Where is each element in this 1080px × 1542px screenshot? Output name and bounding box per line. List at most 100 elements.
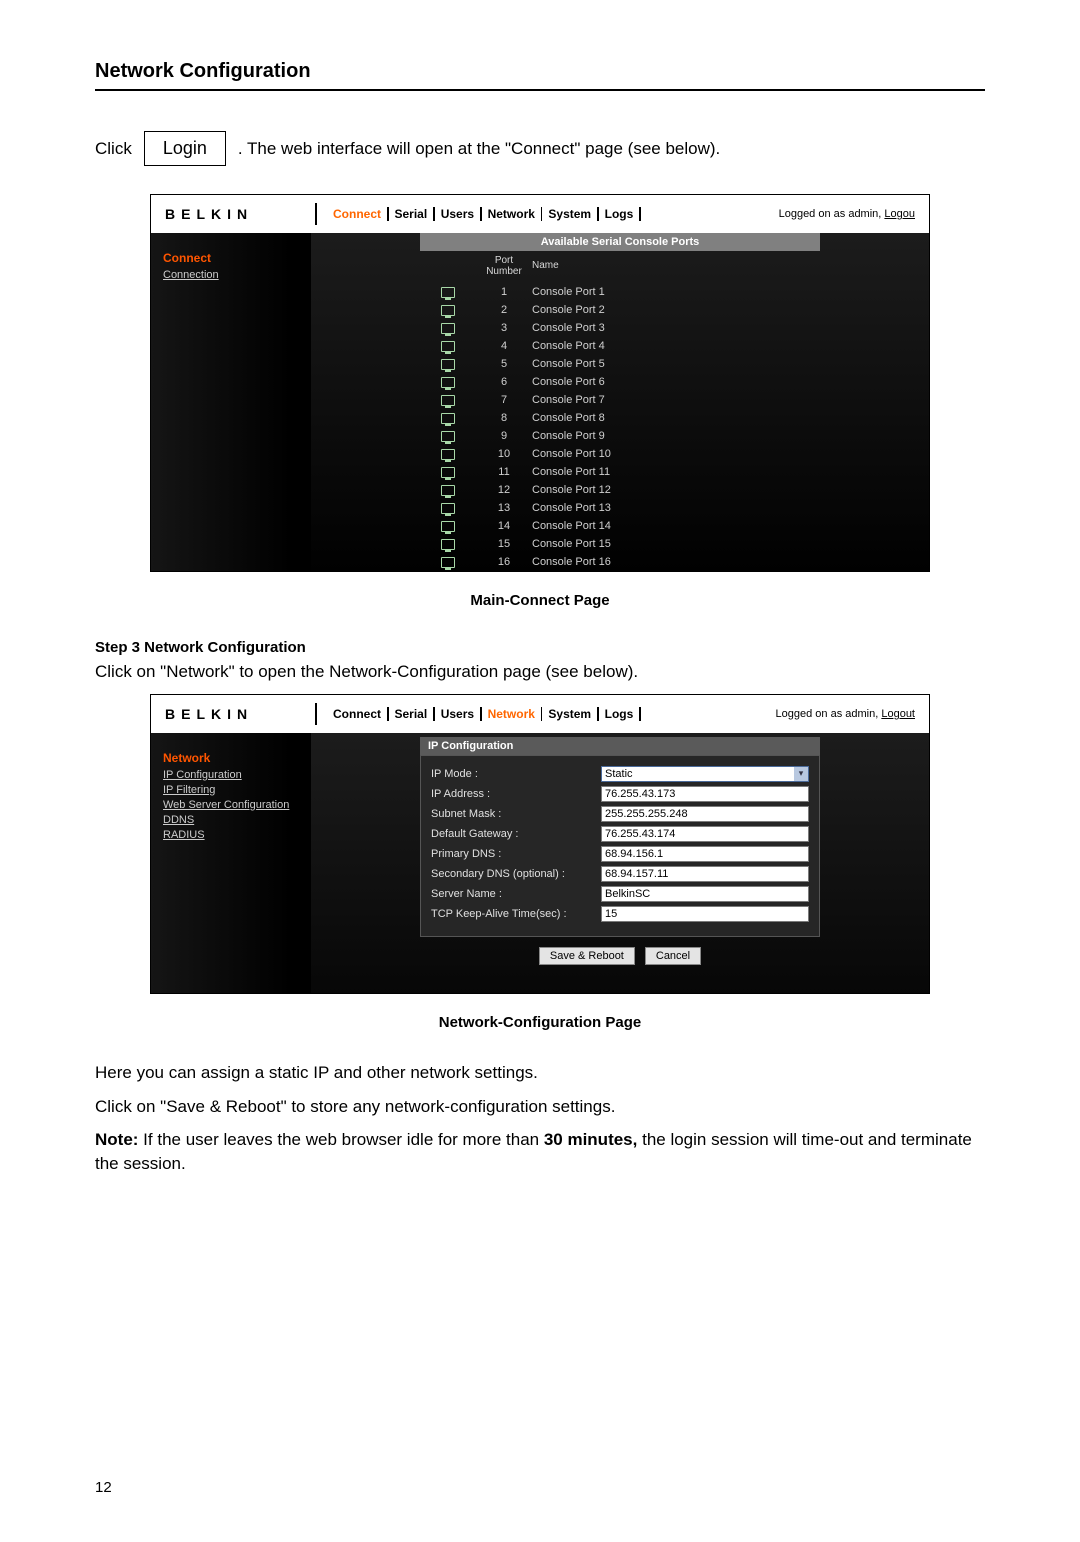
terminal-icon: [441, 539, 455, 550]
terminal-icon: [441, 413, 455, 424]
config-input[interactable]: BelkinSC: [601, 886, 809, 902]
caption-network: Network-Configuration Page: [95, 1014, 985, 1031]
config-row: TCP Keep-Alive Time(sec) :15: [431, 904, 809, 924]
port-row[interactable]: 12Console Port 12: [420, 481, 820, 499]
port-number: 7: [476, 394, 532, 406]
tab-logs[interactable]: Logs: [599, 707, 640, 721]
sidebar-link[interactable]: IP Configuration: [163, 769, 299, 781]
section-title: Network Configuration: [95, 60, 985, 83]
terminal-icon: [441, 485, 455, 496]
port-row[interactable]: 6Console Port 6: [420, 373, 820, 391]
ports-table-title: Available Serial Console Ports: [420, 233, 820, 251]
port-row[interactable]: 3Console Port 3: [420, 319, 820, 337]
port-number: 14: [476, 520, 532, 532]
port-number: 1: [476, 286, 532, 298]
top-bar-2: BELKIN ConnectSerialUsersNetworkSystemLo…: [151, 695, 929, 733]
logged-on-prefix: Logged on as admin,: [779, 208, 885, 220]
port-row[interactable]: 8Console Port 8: [420, 409, 820, 427]
logged-on-prefix-2: Logged on as admin,: [776, 708, 882, 720]
sidebar: Connect Connection: [151, 233, 311, 571]
sidebar-link[interactable]: RADIUS: [163, 829, 299, 841]
config-label: Server Name :: [431, 888, 601, 900]
port-row[interactable]: 14Console Port 14: [420, 517, 820, 535]
port-row[interactable]: 1Console Port 1: [420, 283, 820, 301]
config-label: IP Address :: [431, 788, 601, 800]
config-input[interactable]: 76.255.43.173: [601, 786, 809, 802]
top-tabs: ConnectSerialUsersNetworkSystemLogs: [327, 207, 641, 221]
port-name: Console Port 15: [532, 538, 820, 550]
terminal-icon: [441, 287, 455, 298]
port-name: Console Port 2: [532, 304, 820, 316]
port-row[interactable]: 10Console Port 10: [420, 445, 820, 463]
port-number: 5: [476, 358, 532, 370]
tab-network[interactable]: Network: [482, 707, 541, 721]
port-row[interactable]: 4Console Port 4: [420, 337, 820, 355]
ip-config-fields: IP Mode :Static▾IP Address :76.255.43.17…: [420, 755, 820, 937]
port-name: Console Port 13: [532, 502, 820, 514]
port-row[interactable]: 9Console Port 9: [420, 427, 820, 445]
logged-on-text: Logged on as admin, Logou: [779, 208, 915, 220]
terminal-icon: [441, 449, 455, 460]
port-row[interactable]: 7Console Port 7: [420, 391, 820, 409]
tab-serial[interactable]: Serial: [389, 707, 434, 721]
config-input[interactable]: 255.255.255.248: [601, 806, 809, 822]
terminal-icon: [441, 431, 455, 442]
config-row: Secondary DNS (optional) :68.94.157.11: [431, 864, 809, 884]
tab-connect[interactable]: Connect: [327, 707, 387, 721]
tab-system[interactable]: System: [542, 207, 597, 221]
port-number: 9: [476, 430, 532, 442]
tab-connect[interactable]: Connect: [327, 207, 387, 221]
tab-system[interactable]: System: [542, 707, 597, 721]
cancel-button[interactable]: Cancel: [645, 947, 701, 965]
logout-link-2[interactable]: Logout: [881, 708, 915, 720]
tab-users[interactable]: Users: [435, 707, 480, 721]
step3-heading: Step 3 Network Configuration: [95, 639, 985, 656]
config-input[interactable]: 68.94.156.1: [601, 846, 809, 862]
caption-connect: Main-Connect Page: [95, 592, 985, 609]
logged-on-text-2: Logged on as admin, Logout: [776, 708, 915, 720]
ip-mode-select[interactable]: Static▾: [601, 766, 809, 782]
config-label: IP Mode :: [431, 768, 601, 780]
port-name: Console Port 5: [532, 358, 820, 370]
tab-serial[interactable]: Serial: [389, 207, 434, 221]
body-text-save-reboot: Click on "Save & Reboot" to store any ne…: [95, 1095, 985, 1119]
ports-table: Available Serial Console Ports Port Numb…: [420, 233, 820, 571]
sidebar-heading: Connect: [163, 251, 299, 265]
terminal-icon: [441, 377, 455, 388]
port-number: 10: [476, 448, 532, 460]
top-bar: BELKIN ConnectSerialUsersNetworkSystemLo…: [151, 195, 929, 233]
port-name: Console Port 14: [532, 520, 820, 532]
port-row[interactable]: 13Console Port 13: [420, 499, 820, 517]
port-row[interactable]: 2Console Port 2: [420, 301, 820, 319]
port-row[interactable]: 5Console Port 5: [420, 355, 820, 373]
terminal-icon: [441, 323, 455, 334]
config-row: Subnet Mask :255.255.255.248: [431, 804, 809, 824]
screenshot-connect: BELKIN ConnectSerialUsersNetworkSystemLo…: [150, 194, 930, 572]
tab-users[interactable]: Users: [435, 207, 480, 221]
port-name: Console Port 7: [532, 394, 820, 406]
note-text: Note: If the user leaves the web browser…: [95, 1128, 985, 1176]
main-panel: Available Serial Console Ports Port Numb…: [311, 233, 929, 571]
note-part1: If the user leaves the web browser idle …: [138, 1130, 543, 1149]
tab-network[interactable]: Network: [482, 207, 541, 221]
port-row[interactable]: 11Console Port 11: [420, 463, 820, 481]
sidebar-link[interactable]: Web Server Configuration: [163, 799, 299, 811]
click-login-row: Click Login . The web interface will ope…: [95, 131, 985, 166]
sidebar-links-2: IP Configuration IP Filtering Web Server C…: [163, 769, 299, 841]
port-row[interactable]: 16Console Port 16: [420, 553, 820, 571]
save-reboot-button[interactable]: Save & Reboot: [539, 947, 635, 965]
config-input[interactable]: 68.94.157.11: [601, 866, 809, 882]
tab-separator: [639, 207, 641, 221]
col-port-name: Name: [532, 255, 820, 277]
sidebar-link[interactable]: Connection: [163, 269, 299, 281]
logout-link[interactable]: Logou: [884, 208, 915, 220]
title-rule: [95, 89, 985, 91]
config-input[interactable]: 76.255.43.174: [601, 826, 809, 842]
tab-logs[interactable]: Logs: [599, 207, 640, 221]
login-button[interactable]: Login: [144, 131, 226, 166]
sidebar-links: Connection: [163, 269, 299, 281]
sidebar-link[interactable]: IP Filtering: [163, 784, 299, 796]
sidebar-link[interactable]: DDNS: [163, 814, 299, 826]
config-input[interactable]: 15: [601, 906, 809, 922]
port-row[interactable]: 15Console Port 15: [420, 535, 820, 553]
